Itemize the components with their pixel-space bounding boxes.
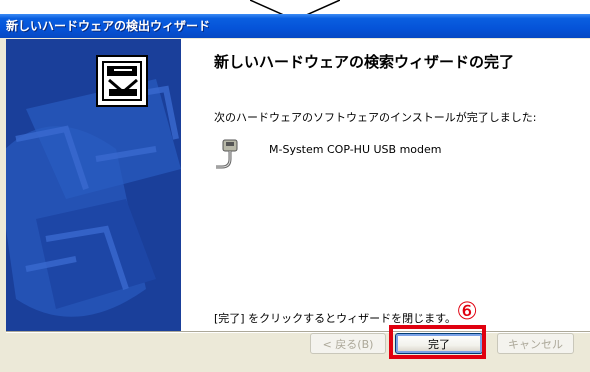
window-title: 新しいハードウェアの検出ウィザード: [6, 19, 211, 33]
device-name: M-System COP-HU USB modem: [269, 143, 442, 156]
modem-device-icon: [216, 139, 238, 169]
back-button[interactable]: < 戻る(B): [310, 333, 386, 354]
device-list-item: M-System COP-HU USB modem: [214, 139, 554, 179]
wizard-hardware-icon: [102, 61, 142, 101]
wizard-content: 新しいハードウェアの検索ウィザードの完了 次のハードウェアのソフトウェアのインス…: [181, 39, 590, 331]
finish-instruction-text: [完了] をクリックするとウィザードを閉じます。: [214, 312, 456, 325]
cancel-button[interactable]: キャンセル: [497, 333, 574, 354]
window-titlebar[interactable]: 新しいハードウェアの検出ウィザード: [0, 14, 590, 38]
install-complete-text: 次のハードウェアのソフトウェアのインストールが完了しました:: [214, 111, 537, 124]
wizard-window: 新しいハードウェアの検出ウィザード 新しいハードウェアの検索ウィザードの完了 次…: [0, 14, 590, 372]
finish-button-highlight: [389, 325, 486, 359]
wizard-side-panel: [6, 39, 181, 331]
page-title: 新しいハードウェアの検索ウィザードの完了: [214, 53, 515, 71]
wizard-background-graphic: [6, 39, 181, 331]
step-number-badge: ⑥: [456, 297, 478, 325]
